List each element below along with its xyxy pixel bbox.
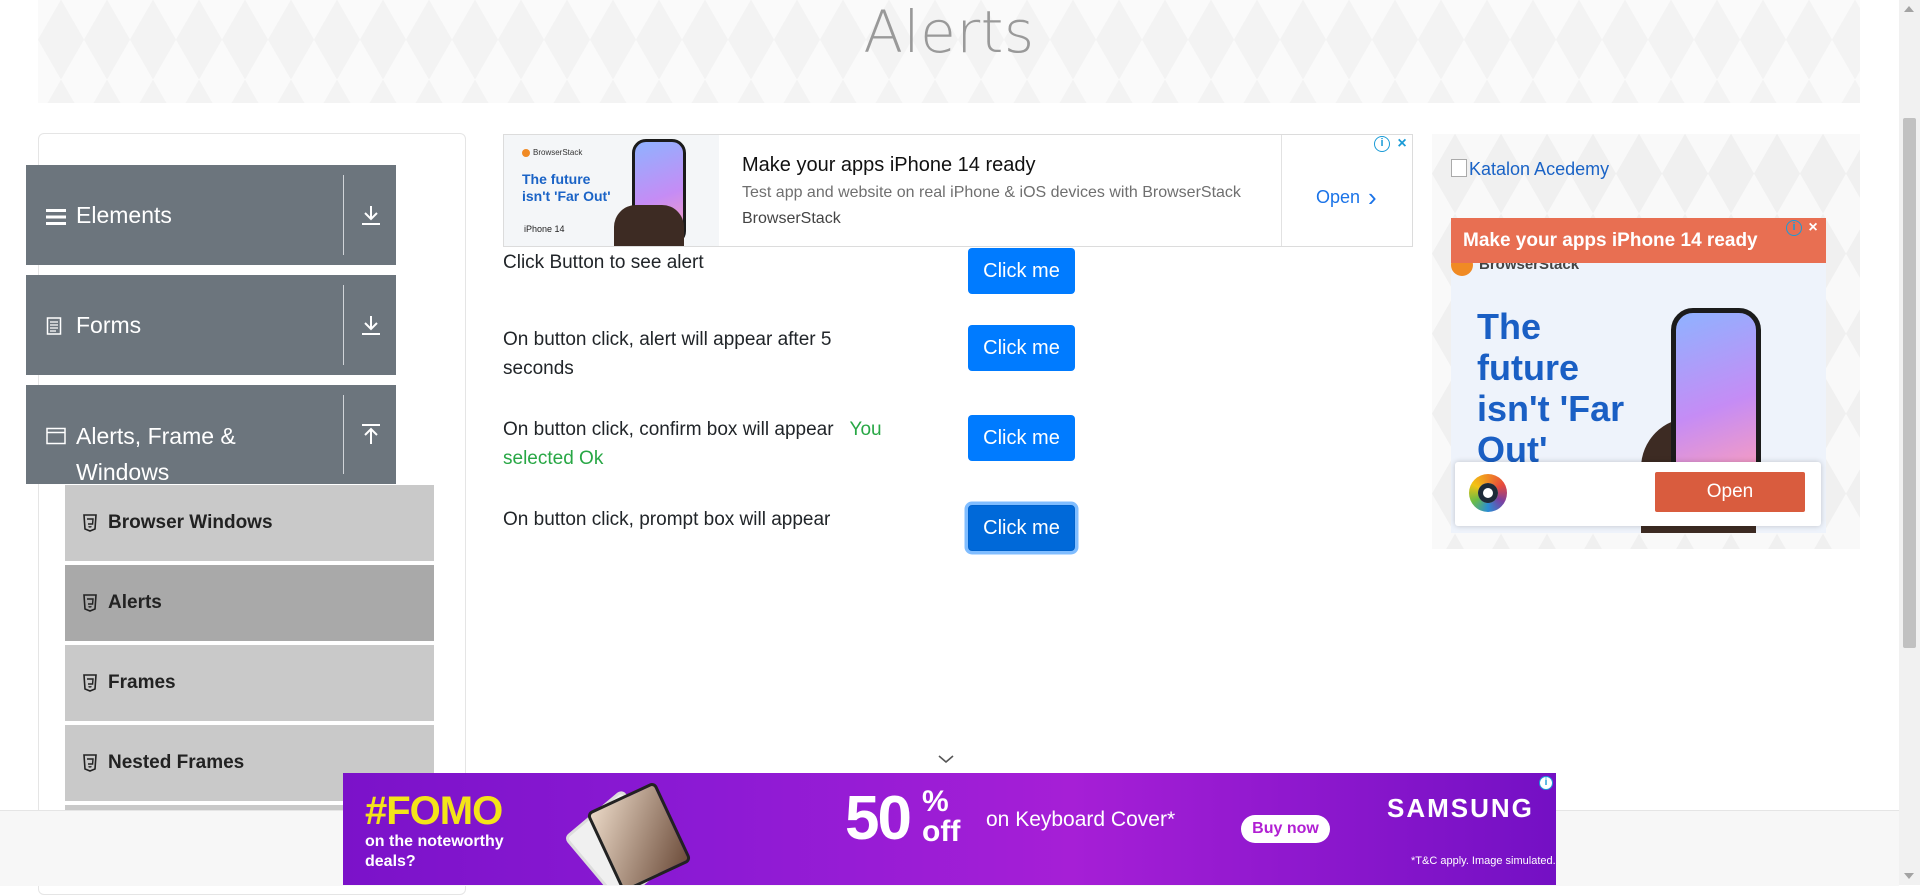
hand-image bbox=[614, 205, 684, 246]
timer-alert-row-label: On button click, alert will appear after… bbox=[503, 329, 832, 379]
sidebar-item-browser-windows[interactable]: Browser Windows bbox=[65, 485, 434, 563]
html5-icon bbox=[83, 674, 97, 692]
browserstack-logo-icon bbox=[1469, 474, 1507, 512]
confirm-row-label: On button click, confirm box will appear… bbox=[503, 419, 882, 469]
ad-open-link[interactable]: Open bbox=[1316, 179, 1377, 210]
sidebar-group-label: Forms bbox=[76, 312, 142, 338]
page-header-banner: Alerts bbox=[38, 0, 1860, 103]
alert-row-label: Click Button to see alert bbox=[503, 252, 704, 273]
html5-icon bbox=[83, 594, 97, 612]
phone-image bbox=[1671, 308, 1761, 488]
ad-product-label: iPhone 14 bbox=[524, 224, 565, 234]
divider bbox=[343, 285, 344, 365]
sidebar-item-frames[interactable]: Frames bbox=[65, 645, 434, 723]
ad-percent-off: % off bbox=[922, 785, 961, 848]
ad-disclaimer: *T&C apply. Image simulated. bbox=[1411, 855, 1556, 867]
ad-close-icon[interactable]: × bbox=[1394, 136, 1410, 152]
page-scrollbar[interactable] bbox=[1899, 0, 1920, 885]
timer-alert-button[interactable]: Click me bbox=[968, 325, 1075, 371]
sidebar-item-label: Frames bbox=[108, 672, 176, 693]
katalon-image-broken[interactable]: Katalon Acedemy bbox=[1451, 159, 1609, 180]
divider bbox=[1281, 135, 1282, 246]
html5-icon bbox=[83, 514, 97, 532]
alert-button[interactable]: Click me bbox=[968, 248, 1075, 294]
ad-description: Test app and website on real iPhone & iO… bbox=[742, 184, 1241, 201]
ad-thumbnail: BrowserStack The future isn't 'Far Out' … bbox=[504, 135, 719, 246]
samsung-logo: SAMSUNG bbox=[1387, 793, 1534, 823]
document-icon bbox=[46, 317, 62, 335]
ad-headline[interactable]: Make your apps iPhone 14 ready bbox=[1451, 218, 1826, 263]
download-arrow-icon[interactable] bbox=[356, 200, 386, 230]
right-ad[interactable]: BrowserStack The future isn't 'Far Out' … bbox=[1451, 218, 1826, 533]
ad-info-icon[interactable]: i bbox=[1539, 776, 1553, 790]
ad-info-icon[interactable]: i bbox=[1786, 220, 1802, 236]
sidebar-item-label: Alerts bbox=[108, 592, 162, 613]
ad-headline[interactable]: Make your apps iPhone 14 ready bbox=[742, 154, 1036, 177]
ad-discount: 50 bbox=[845, 784, 912, 853]
chevron-down-icon[interactable] bbox=[937, 753, 955, 765]
ad-cta-bar: Open bbox=[1455, 462, 1821, 526]
sidebar-group-label: Alerts, Frame & Windows bbox=[76, 423, 236, 485]
prompt-row-label: On button click, prompt box will appear bbox=[503, 509, 831, 530]
ad-tagline: The future isn't 'Far Out' bbox=[522, 171, 611, 204]
buy-now-button[interactable]: Buy now bbox=[1241, 815, 1330, 843]
scroll-down-arrow-icon[interactable] bbox=[1904, 873, 1914, 879]
scrollbar-thumb[interactable] bbox=[1903, 118, 1916, 648]
right-ad-panel: Katalon Acedemy BrowserStack The future … bbox=[1432, 134, 1860, 549]
sidebar-item-label: Browser Windows bbox=[108, 512, 273, 533]
bottom-ad-banner[interactable]: #FOMO on the noteworthy deals? 50 % off … bbox=[343, 773, 1556, 885]
window-icon bbox=[46, 427, 66, 445]
ad-advertiser: BrowserStack bbox=[742, 210, 841, 227]
sidebar-group-label: Elements bbox=[76, 202, 172, 228]
scroll-up-arrow-icon[interactable] bbox=[1904, 6, 1914, 12]
hamburger-icon bbox=[46, 209, 66, 225]
sidebar-item-label: Nested Frames bbox=[108, 752, 245, 773]
upload-arrow-icon[interactable] bbox=[356, 420, 386, 450]
confirm-button[interactable]: Click me bbox=[968, 415, 1075, 461]
divider bbox=[343, 175, 344, 255]
divider bbox=[343, 395, 344, 474]
ad-tagline: The future isn't 'Far Out' bbox=[1477, 306, 1625, 470]
ad-fomo-subtitle: on the noteworthy deals? bbox=[365, 833, 504, 870]
html5-icon bbox=[83, 754, 97, 772]
sidebar-group-elements[interactable]: Elements bbox=[26, 165, 396, 265]
top-ad-banner[interactable]: BrowserStack The future isn't 'Far Out' … bbox=[503, 134, 1413, 247]
ad-open-button[interactable]: Open bbox=[1655, 472, 1805, 512]
ad-fomo-title: #FOMO bbox=[365, 789, 503, 833]
sidebar-group-alerts-frame-windows[interactable]: Alerts, Frame & Windows bbox=[26, 385, 396, 485]
ad-brand-logo: BrowserStack bbox=[522, 148, 582, 157]
ad-product: on Keyboard Cover* bbox=[986, 808, 1176, 831]
ad-close-icon[interactable]: × bbox=[1805, 220, 1821, 236]
sidebar-group-forms[interactable]: Forms bbox=[26, 275, 396, 375]
download-arrow-icon[interactable] bbox=[356, 310, 386, 340]
ad-info-icon[interactable]: i bbox=[1374, 136, 1390, 152]
prompt-button[interactable]: Click me bbox=[968, 505, 1075, 551]
page-title: Alerts bbox=[863, 0, 1035, 66]
sidebar-item-alerts[interactable]: Alerts bbox=[65, 565, 434, 643]
